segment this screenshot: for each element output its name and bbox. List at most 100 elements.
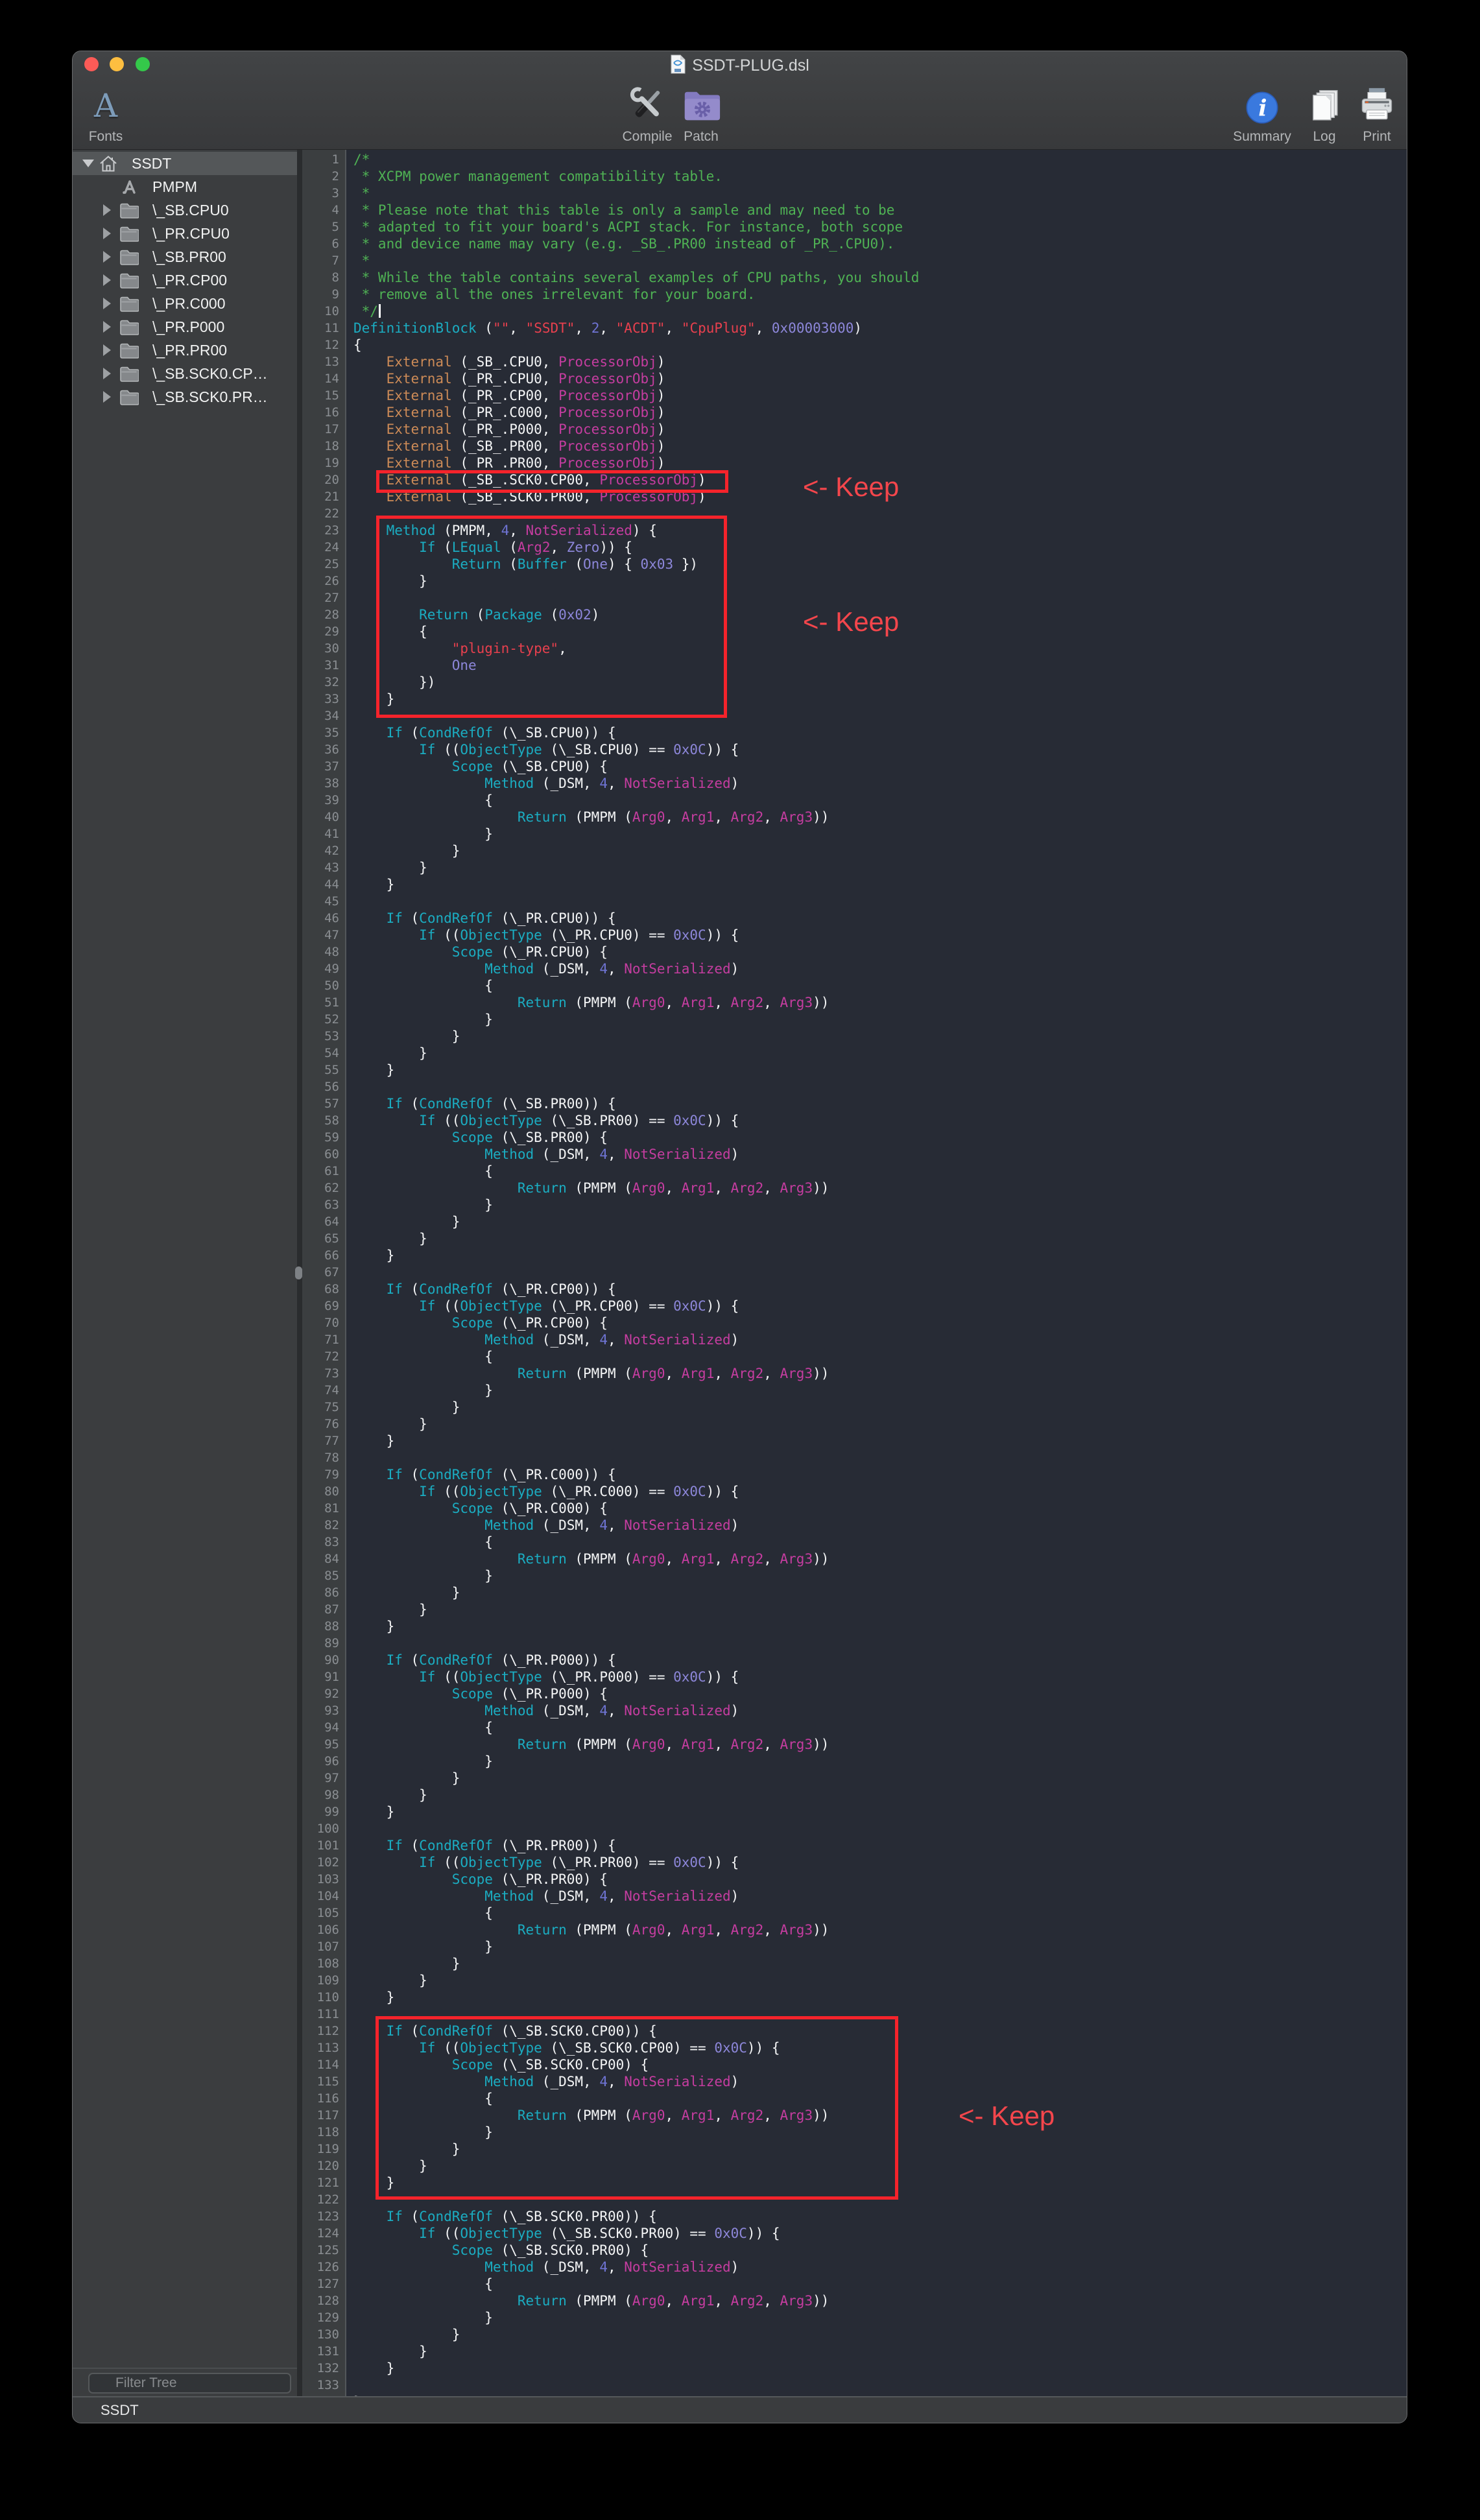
code-line[interactable] bbox=[353, 893, 1407, 910]
code-line[interactable]: { bbox=[353, 1719, 1407, 1736]
code-line[interactable]: } bbox=[353, 1028, 1407, 1045]
filter-tree-input[interactable] bbox=[88, 2373, 291, 2394]
code-line[interactable]: If (CondRefOf (\_PR.CPU0)) { bbox=[353, 910, 1407, 927]
sidebar-item-ssdt[interactable]: SSDT bbox=[73, 152, 297, 175]
code-line[interactable]: Scope (\_PR.P000) { bbox=[353, 1685, 1407, 1702]
code-line[interactable]: } bbox=[353, 826, 1407, 842]
code-line[interactable]: External (_PR_.CPU0, ProcessorObj) bbox=[353, 370, 1407, 387]
code-line[interactable]: { bbox=[353, 1163, 1407, 1180]
code-line[interactable]: } bbox=[353, 876, 1407, 893]
code-line[interactable]: External (_SB_.PR00, ProcessorObj) bbox=[353, 438, 1407, 455]
code-line[interactable]: If ((ObjectType (\_SB.SCK0.CP00) == 0x0C… bbox=[353, 2039, 1407, 2056]
code-line[interactable]: Return (PMPM (Arg0, Arg1, Arg2, Arg3)) bbox=[353, 1736, 1407, 1753]
patch-button[interactable]: Patch bbox=[680, 82, 722, 145]
code-line[interactable]: If ((ObjectType (\_PR.P000) == 0x0C)) { bbox=[353, 1669, 1407, 1685]
code-line[interactable]: /* bbox=[353, 151, 1407, 168]
code-line[interactable]: Return (PMPM (Arg0, Arg1, Arg2, Arg3)) bbox=[353, 1551, 1407, 1567]
code-line[interactable]: } bbox=[353, 1247, 1407, 1264]
code-line[interactable]: Method (_DSM, 4, NotSerialized) bbox=[353, 960, 1407, 977]
code-line[interactable]: Method (_DSM, 4, NotSerialized) bbox=[353, 1331, 1407, 1348]
code-line[interactable]: If (CondRefOf (\_PR.C000)) { bbox=[353, 1466, 1407, 1483]
chevron-right-icon[interactable] bbox=[103, 391, 117, 403]
code-line[interactable]: Return (Buffer (One) { 0x03 }) bbox=[353, 556, 1407, 573]
code-line[interactable]: } bbox=[353, 691, 1407, 707]
code-line[interactable]: } bbox=[353, 2360, 1407, 2377]
code-line[interactable]: * remove all the ones irrelevant for you… bbox=[353, 286, 1407, 303]
sidebar-item--pr-cpu0[interactable]: \_PR.CPU0 bbox=[73, 222, 297, 245]
code-line[interactable]: * bbox=[353, 185, 1407, 202]
code-line[interactable]: "plugin-type", bbox=[353, 640, 1407, 657]
code-line[interactable]: Method (_DSM, 4, NotSerialized) bbox=[353, 1146, 1407, 1163]
chevron-right-icon[interactable] bbox=[103, 204, 117, 216]
code-line[interactable]: Scope (\_PR.CP00) { bbox=[353, 1314, 1407, 1331]
code-line[interactable]: * adapted to fit your board's ACPI stack… bbox=[353, 219, 1407, 235]
sidebar-item--pr-cp00[interactable]: \_PR.CP00 bbox=[73, 268, 297, 292]
code-line[interactable]: } bbox=[353, 1062, 1407, 1078]
code-line[interactable]: { bbox=[353, 1534, 1407, 1551]
summary-button[interactable]: i Summary bbox=[1230, 82, 1295, 145]
code-line[interactable]: * and device name may vary (e.g. _SB_.PR… bbox=[353, 235, 1407, 252]
code-line[interactable]: } bbox=[353, 1770, 1407, 1787]
code-line[interactable]: { bbox=[353, 1905, 1407, 1921]
code-line[interactable] bbox=[353, 589, 1407, 606]
print-button[interactable]: Print bbox=[1354, 82, 1400, 145]
code-line[interactable] bbox=[353, 1635, 1407, 1652]
code-line[interactable]: If ((ObjectType (\_PR.CP00) == 0x0C)) { bbox=[353, 1298, 1407, 1314]
chevron-down-icon[interactable] bbox=[82, 160, 97, 167]
code-line[interactable] bbox=[353, 2377, 1407, 2394]
code-line[interactable]: Return (PMPM (Arg0, Arg1, Arg2, Arg3)) bbox=[353, 1180, 1407, 1196]
code-line[interactable]: Method (_DSM, 4, NotSerialized) bbox=[353, 2259, 1407, 2276]
code-line[interactable]: } bbox=[353, 2343, 1407, 2360]
code-line[interactable]: * bbox=[353, 252, 1407, 269]
code-line[interactable]: } bbox=[353, 1618, 1407, 1635]
chevron-right-icon[interactable] bbox=[103, 321, 117, 333]
code-line[interactable]: * While the table contains several examp… bbox=[353, 269, 1407, 286]
sidebar-item--sb-sck0-cp-[interactable]: \_SB.SCK0.CP… bbox=[73, 362, 297, 385]
code-line[interactable]: { bbox=[353, 792, 1407, 809]
code-line[interactable]: One bbox=[353, 657, 1407, 674]
code-line[interactable]: Scope (\_PR.PR00) { bbox=[353, 1871, 1407, 1888]
code-line[interactable]: If ((ObjectType (\_SB.PR00) == 0x0C)) { bbox=[353, 1112, 1407, 1129]
code-line[interactable]: If (CondRefOf (\_SB.SCK0.CP00)) { bbox=[353, 2023, 1407, 2039]
sidebar-item--sb-pr00[interactable]: \_SB.PR00 bbox=[73, 245, 297, 268]
code-line[interactable]: */ bbox=[353, 303, 1407, 320]
chevron-right-icon[interactable] bbox=[103, 368, 117, 379]
sidebar-item--pr-pr00[interactable]: \_PR.PR00 bbox=[73, 339, 297, 362]
code-line[interactable]: } bbox=[353, 2326, 1407, 2343]
code-line[interactable]: } bbox=[353, 1045, 1407, 1062]
code-editor[interactable]: 1234567891011121314151617181920212223242… bbox=[302, 150, 1407, 2396]
code-line[interactable]: } bbox=[353, 1803, 1407, 1820]
code-line[interactable]: External (_PR_.CP00, ProcessorObj) bbox=[353, 387, 1407, 404]
code-line[interactable]: } bbox=[353, 1011, 1407, 1028]
code-line[interactable]: External (_SB_.SCK0.PR00, ProcessorObj) bbox=[353, 488, 1407, 505]
code-line[interactable]: } bbox=[353, 1601, 1407, 1618]
code-line[interactable]: } bbox=[353, 2124, 1407, 2141]
fonts-button[interactable]: A Fonts bbox=[84, 82, 127, 145]
code-line[interactable]: { bbox=[353, 2276, 1407, 2292]
sidebar-item--sb-sck0-pr-[interactable]: \_SB.SCK0.PR… bbox=[73, 385, 297, 409]
code-line[interactable]: } bbox=[353, 1955, 1407, 1972]
code-line[interactable] bbox=[353, 1264, 1407, 1281]
code-line[interactable]: If ((ObjectType (\_SB.SCK0.PR00) == 0x0C… bbox=[353, 2225, 1407, 2242]
code-line[interactable] bbox=[353, 707, 1407, 724]
sidebar-item-pmpm[interactable]: PMPM bbox=[73, 175, 297, 198]
code-line[interactable]: { bbox=[353, 977, 1407, 994]
code-line[interactable]: Method (_DSM, 4, NotSerialized) bbox=[353, 1702, 1407, 1719]
code-line[interactable]: External (_PR_.C000, ProcessorObj) bbox=[353, 404, 1407, 421]
chevron-right-icon[interactable] bbox=[103, 251, 117, 263]
code-line[interactable] bbox=[353, 1820, 1407, 1837]
code-line[interactable]: Scope (\_PR.C000) { bbox=[353, 1500, 1407, 1517]
code-line[interactable]: If (CondRefOf (\_SB.PR00)) { bbox=[353, 1095, 1407, 1112]
code-line[interactable]: Return (PMPM (Arg0, Arg1, Arg2, Arg3)) bbox=[353, 1365, 1407, 1382]
code-line[interactable]: * XCPM power management compatibility ta… bbox=[353, 168, 1407, 185]
code-line[interactable]: { bbox=[353, 2090, 1407, 2107]
code-line[interactable]: } bbox=[353, 1989, 1407, 2006]
sidebar-item--pr-p000[interactable]: \_PR.P000 bbox=[73, 315, 297, 339]
code-line[interactable]: { bbox=[353, 623, 1407, 640]
code-line[interactable]: } bbox=[353, 573, 1407, 589]
sidebar-item--pr-c000[interactable]: \_PR.C000 bbox=[73, 292, 297, 315]
chevron-right-icon[interactable] bbox=[103, 298, 117, 309]
code-line[interactable]: } bbox=[353, 859, 1407, 876]
chevron-right-icon[interactable] bbox=[103, 274, 117, 286]
code-line[interactable]: } bbox=[353, 1584, 1407, 1601]
